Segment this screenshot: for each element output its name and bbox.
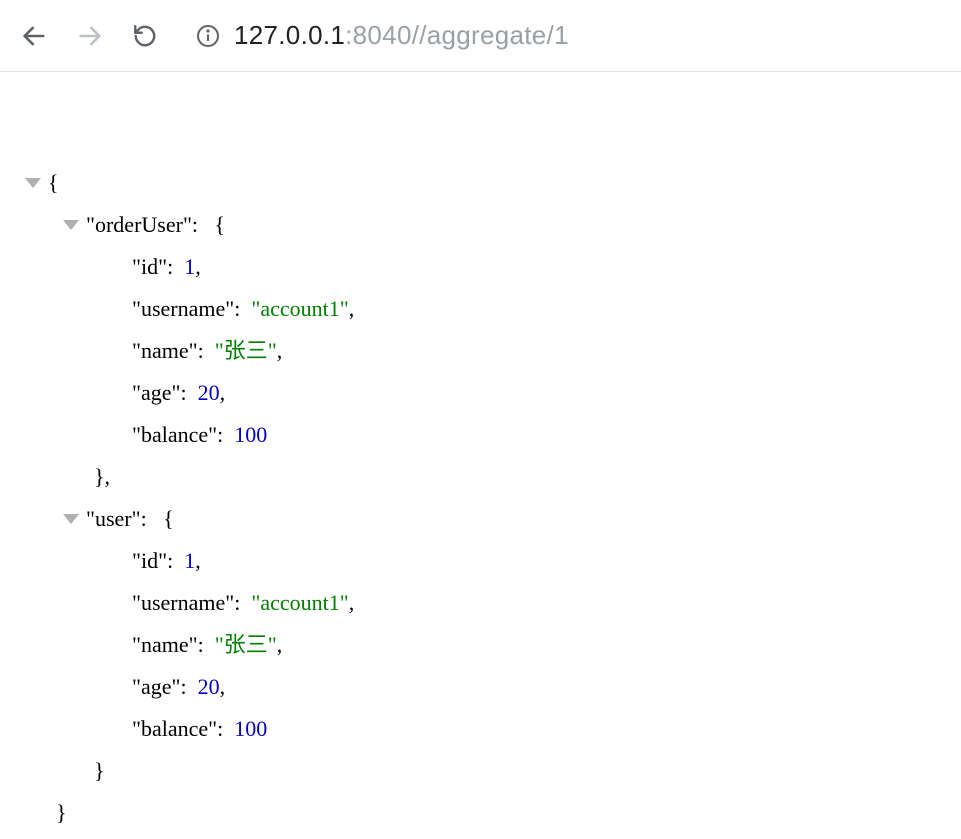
caret-icon[interactable] <box>63 514 79 524</box>
url-text: 127.0.0.1:8040//aggregate/1 <box>234 20 569 51</box>
json-key: "balance" <box>132 708 217 750</box>
json-key: "id" <box>132 246 167 288</box>
caret-icon[interactable] <box>25 178 41 188</box>
json-number: 1 <box>184 540 195 582</box>
json-key: "name" <box>132 624 198 666</box>
json-string: "张三" <box>215 624 277 666</box>
json-viewer: { "orderUser": { "id": 1, "username": "a… <box>0 72 961 834</box>
json-key: "age" <box>132 372 181 414</box>
reload-button[interactable] <box>132 23 158 49</box>
caret-icon[interactable] <box>63 220 79 230</box>
brace-open: { <box>48 162 59 204</box>
json-key: "orderUser" <box>86 204 192 246</box>
browser-toolbar: 127.0.0.1:8040//aggregate/1 <box>0 0 961 72</box>
json-key: "name" <box>132 330 198 372</box>
url-port: :8040 <box>345 20 412 50</box>
json-key: "id" <box>132 540 167 582</box>
json-string: "account1" <box>251 582 348 624</box>
address-bar[interactable]: 127.0.0.1:8040//aggregate/1 <box>186 20 941 51</box>
json-key: "user" <box>86 498 141 540</box>
brace-close: } <box>94 750 105 792</box>
info-icon[interactable] <box>196 24 220 48</box>
brace-close-comma: }, <box>94 456 110 498</box>
brace-open: { <box>163 498 174 540</box>
json-key: "balance" <box>132 414 217 456</box>
url-path: //aggregate/1 <box>412 20 569 50</box>
back-button[interactable] <box>20 22 48 50</box>
colon: : <box>192 204 204 246</box>
json-number: 20 <box>198 666 220 708</box>
forward-button[interactable] <box>76 22 104 50</box>
url-host: 127.0.0.1 <box>234 20 345 50</box>
json-key: "username" <box>132 288 234 330</box>
brace-open: { <box>215 204 226 246</box>
json-number: 100 <box>234 708 267 750</box>
json-number: 1 <box>184 246 195 288</box>
json-key: "age" <box>132 666 181 708</box>
json-key: "username" <box>132 582 234 624</box>
json-string: "张三" <box>215 330 277 372</box>
json-number: 20 <box>198 372 220 414</box>
brace-close: } <box>56 792 67 834</box>
json-string: "account1" <box>251 288 348 330</box>
json-number: 100 <box>234 414 267 456</box>
